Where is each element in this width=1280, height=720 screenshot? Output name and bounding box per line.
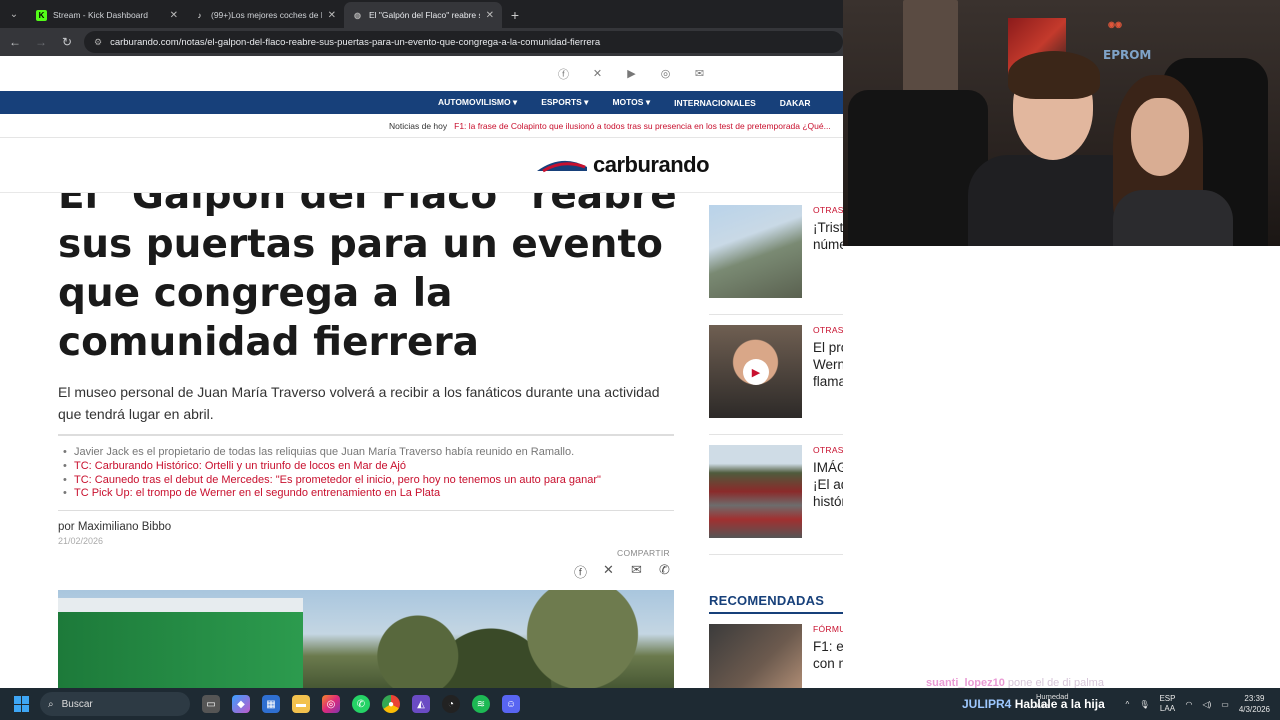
lang-layout: LAA [1159, 704, 1176, 713]
overlay-logo-icon: ◉◉ [1108, 20, 1122, 29]
obs-icon[interactable]: ◔ [442, 695, 460, 713]
clock-time: 23:39 [1244, 694, 1265, 703]
nav-automovilismo[interactable]: AUTOMOVILISMO ▾ [438, 97, 517, 108]
wifi-icon[interactable]: ◠ [1185, 700, 1192, 709]
social-links: ⓕ ✕ ▶ ◎ ✉ [0, 56, 843, 91]
close-icon[interactable]: ✕ [170, 10, 178, 21]
site-info-icon[interactable]: ⚙ [94, 37, 102, 48]
clock-date: 4/3/2026 [1238, 705, 1270, 714]
site-logo[interactable]: carburando [535, 152, 710, 178]
file-explorer-icon[interactable]: ▬ [292, 695, 310, 713]
nav-motos[interactable]: MOTOS ▾ [612, 97, 650, 108]
youtube-icon[interactable]: ▶ [625, 67, 639, 80]
nav-internacionales[interactable]: INTERNACIONALES [674, 98, 756, 108]
news-ticker: Noticias de hoy F1: la frase de Colapint… [0, 114, 843, 138]
new-tab-button[interactable]: + [502, 2, 528, 28]
tab-title: Stream - Kick Dashboard [53, 10, 148, 20]
back-icon[interactable]: ← [6, 33, 24, 51]
logo-mark-icon [537, 160, 587, 173]
ticker-label: Noticias de hoy [389, 120, 448, 131]
address-toolbar: ← → ↻ ⚙ carburando.com/notas/el-galpon-d… [0, 28, 843, 56]
tiktok-icon: ♪ [197, 10, 202, 20]
app-icon[interactable]: ◭ [412, 695, 430, 713]
alert-username: JULIPR4 [962, 697, 1012, 711]
main-nav: AUTOMOVILISMO ▾ ESPORTS ▾ MOTOS ▾ INTERN… [0, 91, 843, 114]
email-icon[interactable]: ✉ [693, 67, 707, 80]
tab-title: (99+)Los mejores coches de lujo [211, 10, 322, 20]
store-icon[interactable]: ▦ [262, 695, 280, 713]
webcam-overlay: ◉◉ EPROM [843, 0, 1280, 246]
tab-tiktok[interactable]: ♪ (99+)Los mejores coches de lujo ✕ [186, 2, 344, 28]
logo-text: carburando [593, 152, 710, 177]
copilot-icon[interactable]: ◆ [232, 695, 250, 713]
lang-code: ESP [1159, 694, 1176, 703]
system-tray: ^ 🎙 ESP LAA ◠ ◁) ▭ 23:39 4/3/2026 [1126, 688, 1270, 720]
taskbar-apps: ▭ ◆ ▦ ▬ ◎ ✆ ● ◭ ◔ ≋ ☺ [202, 695, 520, 713]
nav-dakar[interactable]: DAKAR [780, 98, 811, 108]
tab-carburando[interactable]: ◍ El "Galpón del Flaco" reabre su... ✕ [344, 2, 502, 28]
instagram-icon[interactable]: ◎ [659, 67, 673, 80]
close-icon[interactable]: ✕ [328, 10, 336, 21]
battery-icon[interactable]: ▭ [1221, 700, 1229, 709]
language-indicator[interactable]: ESP LAA [1159, 694, 1175, 714]
facebook-icon[interactable]: ⓕ [557, 66, 571, 82]
tray-chevron-icon[interactable]: ^ [1126, 700, 1130, 709]
instagram-app-icon[interactable]: ◎ [322, 695, 340, 713]
task-view-icon[interactable]: ▭ [202, 695, 220, 713]
close-icon[interactable]: ✕ [486, 10, 494, 21]
windows-start-icon[interactable] [14, 696, 30, 712]
tab-title: El "Galpón del Flaco" reabre su... [369, 10, 480, 20]
header-divider [0, 192, 843, 193]
nav-esports[interactable]: ESPORTS ▾ [541, 97, 588, 108]
search-icon: ⌕ [48, 698, 54, 710]
discord-icon[interactable]: ☺ [502, 695, 520, 713]
search-placeholder: Buscar [61, 698, 93, 710]
clock[interactable]: 23:39 4/3/2026 [1239, 693, 1270, 715]
volume-icon[interactable]: ◁) [1202, 700, 1211, 709]
alert-message: Hablale a la hija [1014, 697, 1105, 711]
browser-tab-bar: ⌄ K Stream - Kick Dashboard ✕ ♪ (99+)Los… [0, 0, 843, 28]
kick-icon: K [36, 9, 47, 21]
stream-alert: JULIPR4 Hablale a la hija [962, 697, 1105, 711]
guest-person [1098, 75, 1238, 246]
globe-icon: ◍ [354, 10, 361, 20]
tab-search-icon[interactable]: ⌄ [0, 0, 28, 28]
whatsapp-icon[interactable]: ✆ [352, 695, 370, 713]
spotify-icon[interactable]: ≋ [472, 695, 490, 713]
microphone-icon[interactable]: 🎙 [1139, 700, 1149, 709]
tab-kick-dashboard[interactable]: K Stream - Kick Dashboard ✕ [28, 2, 186, 28]
website-viewport: ⓕ ✕ ▶ ◎ ✉ AUTOMOVILISMO ▾ ESPORTS ▾ MOTO… [0, 56, 843, 688]
forward-icon[interactable]: → [32, 33, 50, 51]
url-bar[interactable]: ⚙ carburando.com/notas/el-galpon-del-fla… [84, 31, 843, 53]
url-text: carburando.com/notas/el-galpon-del-flaco… [110, 36, 601, 48]
chrome-icon[interactable]: ● [382, 695, 400, 713]
ticker-link[interactable]: F1: la frase de Colapinto que ilusionó a… [454, 121, 831, 131]
reload-icon[interactable]: ↻ [58, 33, 76, 51]
taskbar-search[interactable]: ⌕ Buscar [40, 692, 190, 716]
x-icon[interactable]: ✕ [591, 67, 605, 80]
